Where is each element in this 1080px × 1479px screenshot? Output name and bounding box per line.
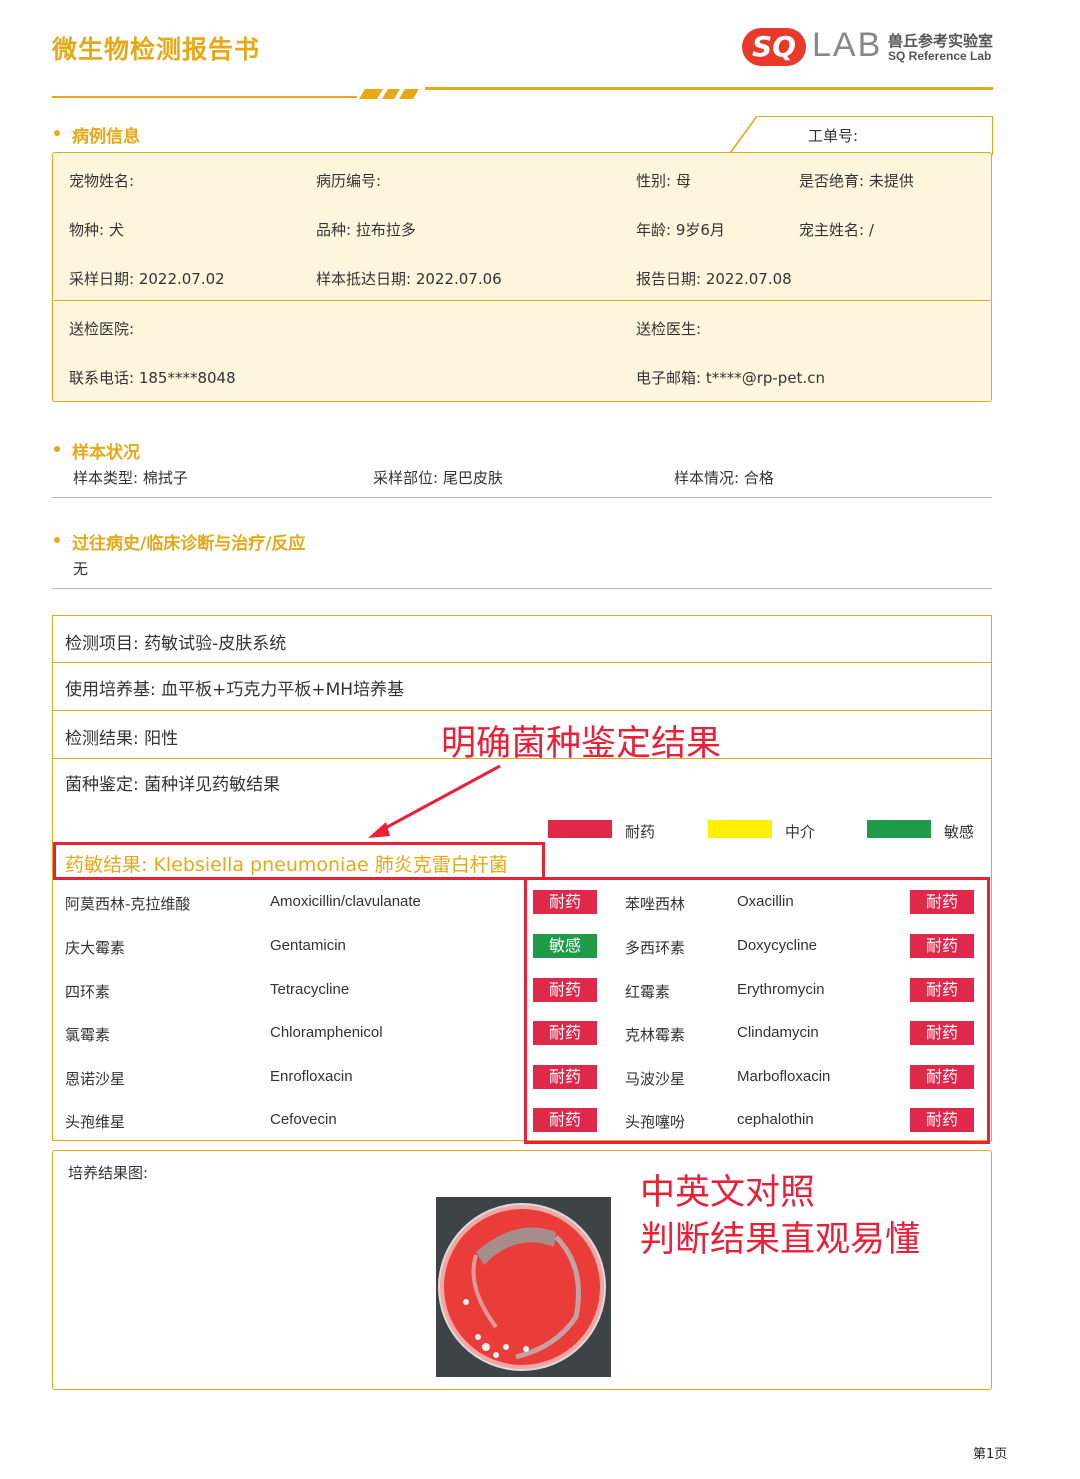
age: 年龄: 9岁6月 xyxy=(636,221,725,239)
drug-name-cn: 红霉素 xyxy=(625,983,671,1001)
test-item-row: 检测项目: 药敏试验-皮肤系统 xyxy=(52,615,992,663)
legend-label-intermediate: 中介 xyxy=(785,823,816,841)
tab-slant xyxy=(726,116,758,156)
test-item: 检测项目: 药敏试验-皮肤系统 xyxy=(65,634,287,654)
section-bullet xyxy=(54,537,60,543)
species: 物种: 犬 xyxy=(69,221,124,239)
drug-name-en: Cefovecin xyxy=(270,1111,337,1128)
email: 电子邮箱: t****@rp-pet.cn xyxy=(636,369,825,387)
owner: 宠主姓名: / xyxy=(799,221,874,239)
history-value: 无 xyxy=(73,560,89,578)
culture-photo xyxy=(436,1197,611,1377)
drug-name-en: Clindamycin xyxy=(737,1024,819,1041)
section-bullet xyxy=(54,130,60,136)
drug-name-en: Doxycycline xyxy=(737,937,818,954)
drug-name-cn: 阿莫西林-克拉维酸 xyxy=(65,895,191,913)
hospital: 送检医院: xyxy=(69,320,135,338)
record-no: 病历编号: xyxy=(316,172,382,190)
result-badge: 耐药 xyxy=(910,1021,974,1045)
lab-logo: SQ LAB 兽丘参考实验室 SQ Reference Lab xyxy=(742,26,1002,70)
results-highlight xyxy=(524,877,990,1144)
test-identification: 菌种鉴定: 菌种详见药敏结果 xyxy=(65,775,281,795)
breed: 品种: 拉布拉多 xyxy=(316,221,416,239)
legend-label-resistant: 耐药 xyxy=(625,823,656,841)
legend-swatch-resistant xyxy=(548,820,612,838)
drug-name-cn: 多西环素 xyxy=(625,939,686,957)
sample-date: 采样日期: 2022.07.02 xyxy=(69,270,225,288)
report-title: 微生物检测报告书 xyxy=(52,35,261,64)
annotation-identify: 明确菌种鉴定结果 xyxy=(441,724,722,764)
neutered: 是否绝育: 未提供 xyxy=(799,172,914,190)
result-badge: 耐药 xyxy=(910,934,974,958)
drug-name-cn: 头孢维星 xyxy=(65,1113,126,1131)
drug-name-cn: 头孢噻吩 xyxy=(625,1113,686,1131)
drug-name-en: Gentamicin xyxy=(270,937,346,954)
drug-name-en: Marbofloxacin xyxy=(737,1068,831,1085)
case-section-title: 病例信息 xyxy=(72,127,140,147)
legend-label-sensitive: 敏感 xyxy=(944,823,975,841)
culture-label: 培养结果图: xyxy=(68,1164,149,1182)
drug-name-en: Amoxicillin/clavulanate xyxy=(270,893,421,910)
drug-name-cn: 四环素 xyxy=(65,983,111,1001)
drug-name-en: Oxacillin xyxy=(737,893,794,910)
drug-name-cn: 氯霉素 xyxy=(65,1026,111,1044)
test-medium: 使用培养基: 血平板+巧克力平板+MH培养基 xyxy=(65,680,405,700)
result-badge: 耐药 xyxy=(533,1065,597,1089)
drug-name-en: Erythromycin xyxy=(737,981,825,998)
drug-name-en: Chloramphenicol xyxy=(270,1024,383,1041)
drug-name-cn: 马波沙星 xyxy=(625,1070,686,1088)
logo-lab-text: LAB xyxy=(812,26,883,64)
result-badge: 耐药 xyxy=(910,1065,974,1089)
logo-name-en: SQ Reference Lab xyxy=(888,49,992,63)
legend-swatch-sensitive xyxy=(867,820,931,838)
logo-name-cn: 兽丘参考实验室 xyxy=(888,32,994,50)
sample-site: 采样部位: 尾巴皮肤 xyxy=(373,469,503,487)
pet-name: 宠物姓名: xyxy=(69,172,135,190)
drug-name-cn: 恩诺沙星 xyxy=(65,1070,126,1088)
order-tab xyxy=(758,116,993,155)
medium-row: 使用培养基: 血平板+巧克力平板+MH培养基 xyxy=(52,663,992,711)
page-number: 第1页 xyxy=(973,1447,1008,1462)
result-badge: 耐药 xyxy=(533,978,597,1002)
annotation-compare-line2: 判断结果直观易懂 xyxy=(640,1220,921,1260)
drug-name-en: cephalothin xyxy=(737,1111,814,1128)
drug-name-en: Tetracycline xyxy=(270,981,350,998)
susceptibility-title: 药敏结果: Klebsiella pneumoniae 肺炎克雷白杆菌 xyxy=(65,854,508,876)
header-rule-left xyxy=(52,96,357,98)
section-bullet xyxy=(54,446,60,452)
result-badge: 耐药 xyxy=(910,890,974,914)
report-date: 报告日期: 2022.07.08 xyxy=(636,270,792,288)
test-result: 检测结果: 阳性 xyxy=(65,729,179,749)
sex: 性别: 母 xyxy=(636,172,691,190)
doctor: 送检医生: xyxy=(636,320,702,338)
order-no-label: 工单号: xyxy=(808,127,859,145)
logo-mark: SQ xyxy=(742,28,806,66)
result-badge: 耐药 xyxy=(910,1108,974,1132)
petri-dish-image xyxy=(438,1203,606,1371)
arrival-date: 样本抵达日期: 2022.07.06 xyxy=(316,270,502,288)
result-badge: 耐药 xyxy=(533,890,597,914)
legend-swatch-intermediate xyxy=(708,820,772,838)
sample-condition: 样本情况: 合格 xyxy=(674,469,774,487)
history-section-title: 过往病史/临床诊断与治疗/反应 xyxy=(72,534,306,554)
result-badge: 耐药 xyxy=(910,978,974,1002)
case-divider xyxy=(54,300,990,301)
header-rule-right xyxy=(425,87,993,90)
drug-name-cn: 苯唑西林 xyxy=(625,895,686,913)
drug-name-cn: 庆大霉素 xyxy=(65,939,126,957)
divider xyxy=(52,497,992,498)
drug-name-en: Enrofloxacin xyxy=(270,1068,353,1085)
result-badge: 敏感 xyxy=(533,934,597,958)
sample-section-title: 样本状况 xyxy=(72,443,140,463)
annotation-compare-line1: 中英文对照 xyxy=(640,1173,816,1213)
phone: 联系电话: 185****8048 xyxy=(69,369,236,387)
divider xyxy=(52,588,992,589)
result-badge: 耐药 xyxy=(533,1108,597,1132)
result-badge: 耐药 xyxy=(533,1021,597,1045)
drug-name-cn: 克林霉素 xyxy=(625,1026,686,1044)
sample-type: 样本类型: 棉拭子 xyxy=(73,469,188,487)
